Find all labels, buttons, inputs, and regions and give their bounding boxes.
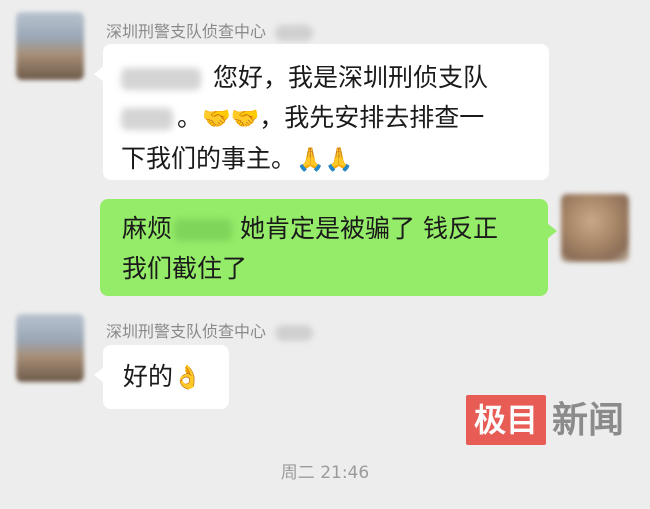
ok-hand-icon: 👌 <box>173 365 202 391</box>
watermark-box: 极目 <box>466 395 547 445</box>
handshake-icon: 🤝🤝 <box>202 106 260 132</box>
message-timestamp: 周二 21:46 <box>280 463 370 483</box>
message-line: 好的👌 <box>123 362 202 391</box>
message-bubble-incoming[interactable]: 好的👌 <box>94 345 229 409</box>
redacted-text <box>174 219 233 241</box>
message-line: 我们截住了 <box>122 254 248 283</box>
watermark-logo: 极目 新闻 <box>466 395 624 445</box>
message-bubble-incoming[interactable]: 您好，我是深圳刑侦支队 。🤝🤝，我先安排去排查一 下我们的事主。🙏🙏 <box>94 44 549 180</box>
folded-hands-icon: 🙏🙏 <box>296 147 354 173</box>
redacted-name <box>275 24 314 41</box>
sender-name: 深圳刑警支队侦查中心 <box>106 318 314 342</box>
my-avatar[interactable] <box>561 194 629 262</box>
message-line: 。🤝🤝，我先安排去排查一 <box>121 98 531 139</box>
message-bubble-outgoing[interactable]: 麻烦 她肯定是被骗了 钱反正 我们截住了 <box>100 199 557 296</box>
sender-name: 深圳刑警支队侦查中心 <box>106 18 314 42</box>
message-line: 您好，我是深圳刑侦支队 <box>121 58 531 98</box>
redacted-name <box>275 324 314 341</box>
redacted-text <box>121 68 201 90</box>
contact-avatar[interactable] <box>16 12 84 80</box>
message-line: 麻烦 她肯定是被骗了 钱反正 <box>122 214 498 243</box>
watermark-text: 新闻 <box>552 399 625 441</box>
redacted-text <box>121 108 173 130</box>
message-line: 下我们的事主。🙏🙏 <box>121 144 354 173</box>
contact-avatar[interactable] <box>16 314 84 382</box>
